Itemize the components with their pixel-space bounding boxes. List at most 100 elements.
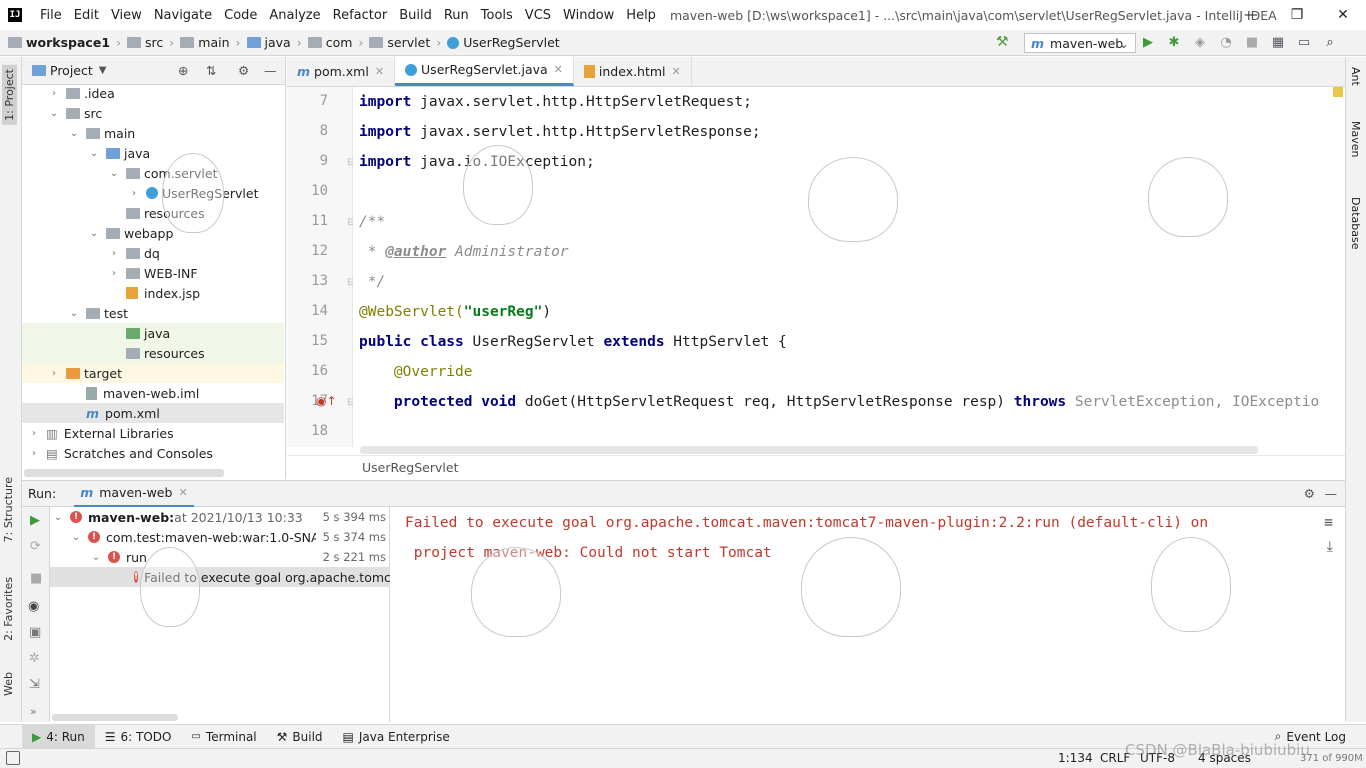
menu-window[interactable]: Window (557, 8, 620, 23)
build-hammer-icon[interactable]: ⚒ (996, 34, 1009, 50)
tree-item[interactable]: ⌄ java (22, 143, 284, 163)
menu-build[interactable]: Build (393, 8, 438, 23)
tab-userregservlet-java[interactable]: UserRegServlet.java ✕ (395, 56, 574, 86)
close-icon[interactable]: ✕ (554, 63, 563, 76)
tree-item[interactable]: ⌄ main (22, 123, 284, 143)
tree-item[interactable]: › ▥ External Libraries (22, 423, 284, 443)
minimize-button[interactable]: — (1228, 0, 1274, 30)
expand-arrow-icon[interactable]: ⌄ (108, 168, 120, 179)
run-tab-maven-web[interactable]: m maven-web ✕ (74, 481, 194, 507)
rerun-failed-icon[interactable]: ⟳ (30, 539, 41, 554)
warning-marker-icon[interactable] (1333, 87, 1343, 97)
expand-arrow-icon[interactable]: ⌄ (68, 128, 80, 139)
close-icon[interactable]: ✕ (178, 486, 187, 499)
tab-java-enterprise[interactable]: ▤ Java Enterprise (333, 725, 460, 749)
import-icon[interactable]: ⇲ (29, 677, 40, 692)
tree-item[interactable]: › UserRegServlet (22, 183, 284, 203)
tree-item[interactable]: resources (22, 343, 284, 363)
tree-item[interactable]: › .idea (22, 83, 284, 103)
run-console-output[interactable]: Failed to execute goal org.apache.tomcat… (391, 507, 1345, 722)
tree-item[interactable]: ⌄ src (22, 103, 284, 123)
tree-item[interactable]: java (22, 323, 284, 343)
ant-tool-tab[interactable]: Ant (1349, 67, 1362, 86)
run-config-select[interactable]: m maven-web ⌄ (1024, 33, 1136, 53)
hide-icon[interactable]: — (264, 63, 277, 78)
collapse-icon[interactable]: ⇅ (206, 63, 216, 78)
menu-run[interactable]: Run (438, 8, 475, 23)
crumb-workspace[interactable]: workspace1 › (8, 35, 127, 50)
soft-wrap-icon[interactable]: ≡ (1324, 515, 1333, 531)
tree-item[interactable]: resources (22, 203, 284, 223)
menu-code[interactable]: Code (218, 8, 263, 23)
expand-arrow-icon[interactable]: › (128, 188, 140, 199)
stop-icon[interactable]: ■ (1244, 34, 1260, 50)
scroll-to-end-icon[interactable]: ⤓ (1327, 539, 1333, 555)
tree-item[interactable]: › ▤ Scratches and Consoles (22, 443, 284, 463)
menu-help[interactable]: Help (620, 8, 662, 23)
expand-arrow-icon[interactable]: › (28, 428, 40, 439)
project-view-selector[interactable]: Project (50, 63, 93, 78)
menu-view[interactable]: View (105, 8, 148, 23)
toggle-tool-windows-icon[interactable] (6, 751, 20, 768)
layout-icon[interactable]: ▭ (1296, 34, 1312, 50)
menu-refactor[interactable]: Refactor (327, 8, 394, 23)
expand-arrow-icon[interactable]: › (28, 448, 40, 459)
run-tree-row[interactable]: ⌄ ! com.test:maven-web:war:1.0-SNAPSHOT … (70, 527, 390, 547)
project-tool-tab[interactable]: 1: Project (2, 65, 17, 125)
tab-terminal[interactable]: ▭ Terminal (181, 725, 266, 749)
tree-item[interactable]: › WEB-INF (22, 263, 284, 283)
locate-icon[interactable]: ⊕ (178, 63, 188, 78)
stop-icon[interactable]: ■ (30, 571, 42, 586)
caret-position[interactable]: 1:134 (1058, 751, 1093, 765)
profile-icon[interactable]: ◔ (1218, 34, 1234, 50)
run-icon[interactable]: ▶ (1140, 34, 1156, 50)
expand-arrow-icon[interactable]: › (48, 88, 60, 99)
chevron-down-icon[interactable]: ⌄ (52, 512, 64, 523)
settings-icon[interactable]: ✲ (29, 651, 40, 666)
project-structure-icon[interactable]: ▦ (1270, 34, 1286, 50)
crumb-com[interactable]: com › (307, 35, 370, 50)
menu-navigate[interactable]: Navigate (148, 8, 218, 23)
web-tool-tab[interactable]: Web (2, 672, 15, 696)
run-tree-row[interactable]: ⌄ ! maven-web: at 2021/10/13 10:33 5 s 3… (50, 507, 390, 527)
crumb-main[interactable]: main › (180, 35, 246, 50)
more-icon[interactable]: » (30, 705, 37, 718)
database-tool-tab[interactable]: Database (1349, 197, 1362, 250)
tree-item[interactable]: ⌄ com.servlet (22, 163, 284, 183)
tree-item[interactable]: m pom.xml (22, 403, 284, 423)
expand-arrow-icon[interactable]: ⌄ (88, 148, 100, 159)
menu-tools[interactable]: Tools (475, 8, 519, 23)
tab-index-html[interactable]: index.html ✕ (574, 56, 692, 86)
favorites-tool-tab[interactable]: 2: Favorites (2, 577, 15, 641)
crumb-userregservlet[interactable]: UserRegServlet (447, 35, 560, 50)
tab-todo[interactable]: ☰ 6: TODO (95, 725, 182, 749)
expand-arrow-icon[interactable]: › (108, 268, 120, 279)
tree-item[interactable]: › target (22, 363, 284, 383)
intellij-logo-icon[interactable]: IJ (8, 8, 22, 22)
chevron-down-icon[interactable]: ⌄ (90, 552, 102, 563)
menu-vcs[interactable]: VCS (519, 8, 557, 23)
crumb-src[interactable]: src › (127, 35, 180, 50)
gear-icon[interactable]: ⚙ (1304, 486, 1315, 501)
maximize-button[interactable]: ❐ (1274, 0, 1320, 30)
chevron-down-icon[interactable]: ⌄ (70, 532, 82, 543)
menu-edit[interactable]: Edit (68, 8, 105, 23)
tab-pom-xml[interactable]: m pom.xml ✕ (287, 56, 396, 86)
menu-file[interactable]: File (34, 8, 68, 23)
hide-icon[interactable]: — (1325, 486, 1338, 501)
expand-arrow-icon[interactable]: ⌄ (68, 308, 80, 319)
expand-arrow-icon[interactable]: › (108, 248, 120, 259)
tree-item[interactable]: index.jsp (22, 283, 284, 303)
tree-item[interactable]: ⌄ test (22, 303, 284, 323)
search-icon[interactable]: ⌕ (1322, 34, 1338, 50)
tab-build[interactable]: ⚒ Build (267, 725, 333, 749)
camera-icon[interactable]: ▣ (29, 625, 41, 640)
eye-icon[interactable]: ◉ (28, 599, 39, 614)
run-tree-row-selected[interactable]: ! Failed to execute goal org.apache.tomc… (50, 567, 390, 587)
breadcrumb-class[interactable]: UserRegServlet (362, 460, 458, 475)
close-icon[interactable]: ✕ (672, 65, 681, 78)
tree-item[interactable]: ⌄ webapp (22, 223, 284, 243)
tree-item[interactable]: › dq (22, 243, 284, 263)
rerun-icon[interactable]: ▶ (30, 513, 40, 528)
coverage-icon[interactable]: ◈ (1192, 34, 1208, 50)
